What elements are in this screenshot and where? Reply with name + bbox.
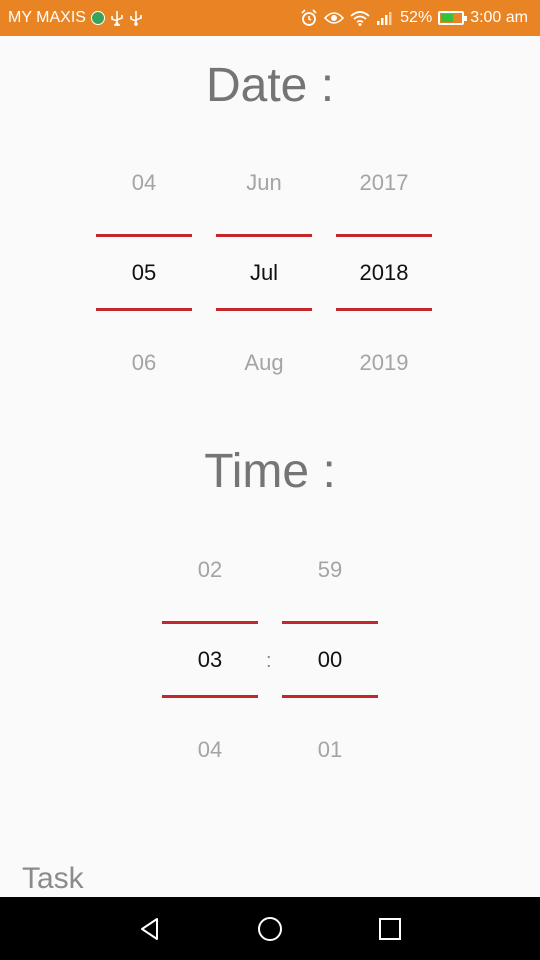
battery-percent: 52% xyxy=(400,9,433,26)
home-button[interactable] xyxy=(240,897,300,960)
day-divider-bottom xyxy=(96,308,192,311)
month-prev[interactable]: Jun xyxy=(216,170,312,196)
usb-icon xyxy=(110,0,124,36)
carrier-name: MY MAXIS xyxy=(8,9,86,26)
day-divider-top xyxy=(96,234,192,237)
battery-charging-icon xyxy=(438,0,468,36)
recents-button[interactable] xyxy=(360,897,420,960)
minute-selected[interactable]: 00 xyxy=(282,647,378,673)
usb-icon xyxy=(129,0,143,36)
wifi-icon xyxy=(350,0,370,36)
eye-icon xyxy=(324,0,345,36)
alarm-icon xyxy=(300,0,318,36)
navigation-bar xyxy=(0,897,540,960)
back-icon xyxy=(141,917,158,940)
back-button[interactable] xyxy=(120,897,180,960)
hour-prev[interactable]: 02 xyxy=(162,557,258,583)
date-heading: Date : xyxy=(205,59,335,112)
globe-icon xyxy=(90,0,105,36)
battery-fill xyxy=(441,14,453,22)
hour-next[interactable]: 04 xyxy=(162,737,258,763)
day-next[interactable]: 06 xyxy=(96,350,192,376)
day-prev[interactable]: 04 xyxy=(96,170,192,196)
task-label: Task xyxy=(22,862,84,895)
month-divider-bottom xyxy=(216,308,312,311)
status-bar-left: MY MAXIS xyxy=(8,0,143,36)
year-prev[interactable]: 2017 xyxy=(336,170,432,196)
time-heading: Time : xyxy=(204,445,336,498)
minute-divider-bottom xyxy=(282,695,378,698)
year-next[interactable]: 2019 xyxy=(336,350,432,376)
minute-prev[interactable]: 59 xyxy=(282,557,378,583)
status-bar: MY MAXIS 52% 3:00 am xyxy=(0,0,540,36)
hour-selected[interactable]: 03 xyxy=(162,647,258,673)
status-bar-right: 52% 3:00 am xyxy=(300,0,528,36)
minute-divider-top xyxy=(282,621,378,624)
hour-divider-top xyxy=(162,621,258,624)
day-selected[interactable]: 05 xyxy=(96,260,192,286)
year-selected[interactable]: 2018 xyxy=(336,260,432,286)
month-divider-top xyxy=(216,234,312,237)
year-divider-top xyxy=(336,234,432,237)
month-selected[interactable]: Jul xyxy=(216,260,312,286)
home-icon xyxy=(258,916,282,941)
clock: 3:00 am xyxy=(470,9,528,26)
month-next[interactable]: Aug xyxy=(216,350,312,376)
year-divider-bottom xyxy=(336,308,432,311)
minute-next[interactable]: 01 xyxy=(282,737,378,763)
recents-icon xyxy=(379,917,401,940)
time-separator: : xyxy=(266,650,272,672)
signal-icon xyxy=(376,0,394,36)
hour-divider-bottom xyxy=(162,695,258,698)
